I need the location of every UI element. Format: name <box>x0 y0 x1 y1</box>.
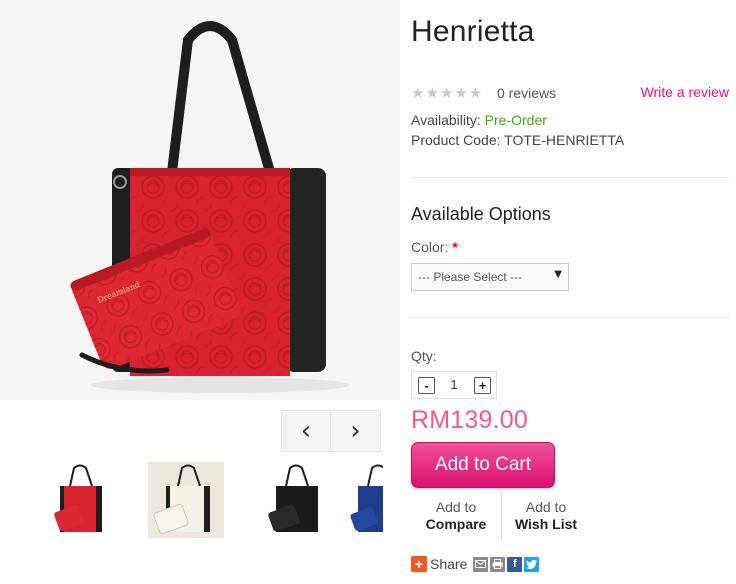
product-code-value: TOTE-HENRIETTA <box>504 132 625 148</box>
chevron-right-icon: › <box>350 416 361 446</box>
availability-value: Pre-Order <box>484 112 547 128</box>
rating-stars: ★★★★★ <box>411 84 484 102</box>
add-to-wishlist-button[interactable]: Add to Wish List <box>511 499 581 533</box>
print-icon[interactable] <box>490 556 506 572</box>
thumbnail-red[interactable] <box>40 462 116 538</box>
quantity-decrease-button[interactable]: - <box>418 377 435 394</box>
gallery-nav: ‹ › <box>281 410 381 452</box>
product-title: Henrietta <box>411 15 535 48</box>
share-label[interactable]: Share <box>430 556 467 572</box>
twitter-icon[interactable] <box>524 556 540 572</box>
main-product-image[interactable]: Dreamland <box>0 0 400 400</box>
color-label: Color: * <box>411 239 458 255</box>
write-review-link[interactable]: Write a review <box>641 84 729 100</box>
rating-row: ★★★★★ 0 reviews Write a review <box>411 84 729 104</box>
reviews-link[interactable]: 0 reviews <box>497 85 556 101</box>
compare-line2: Compare <box>425 516 487 532</box>
email-icon[interactable] <box>473 556 489 572</box>
gallery-next-button[interactable]: › <box>331 410 381 452</box>
facebook-icon[interactable]: f <box>507 556 523 572</box>
quantity-increase-button[interactable]: + <box>474 377 491 394</box>
availability: Availability: Pre-Order <box>411 112 547 128</box>
color-select-value: --- Please Select --- <box>418 270 523 284</box>
product-code-label: Product Code: <box>411 132 501 148</box>
handbag-image: Dreamland <box>0 0 400 400</box>
add-to-compare-button[interactable]: Add to Compare <box>423 499 489 533</box>
compare-line1: Add to <box>435 499 477 515</box>
chevron-left-icon: ‹ <box>300 416 312 446</box>
add-to-cart-button[interactable]: Add to Cart <box>411 442 555 488</box>
wishlist-line1: Add to <box>525 499 567 515</box>
action-divider <box>501 494 502 540</box>
thumbnail-black[interactable] <box>256 462 332 538</box>
product-price: RM139.00 <box>411 406 528 434</box>
dropdown-caret-icon: ▼ <box>554 269 562 280</box>
required-marker: * <box>452 239 458 255</box>
divider <box>411 177 729 178</box>
divider <box>411 317 729 318</box>
share-plus-icon[interactable]: + <box>411 556 427 572</box>
quantity-label: Qty: <box>411 348 437 364</box>
wishlist-line2: Wish List <box>514 516 578 532</box>
color-label-text: Color: <box>411 239 449 255</box>
thumbnail-white[interactable] <box>148 462 224 538</box>
color-select[interactable]: --- Please Select --- ▼ <box>411 263 569 291</box>
product-code: Product Code: TOTE-HENRIETTA <box>411 132 624 148</box>
quantity-input[interactable]: 1 <box>438 377 470 392</box>
thumbnail-navy[interactable] <box>350 462 383 538</box>
gallery-prev-button[interactable]: ‹ <box>281 410 331 452</box>
options-title: Available Options <box>411 204 551 224</box>
availability-label: Availability: <box>411 112 481 128</box>
quantity-stepper: - 1 + <box>411 371 497 399</box>
thumbnail-strip <box>0 462 383 540</box>
share-bar: + Share f <box>411 555 540 573</box>
